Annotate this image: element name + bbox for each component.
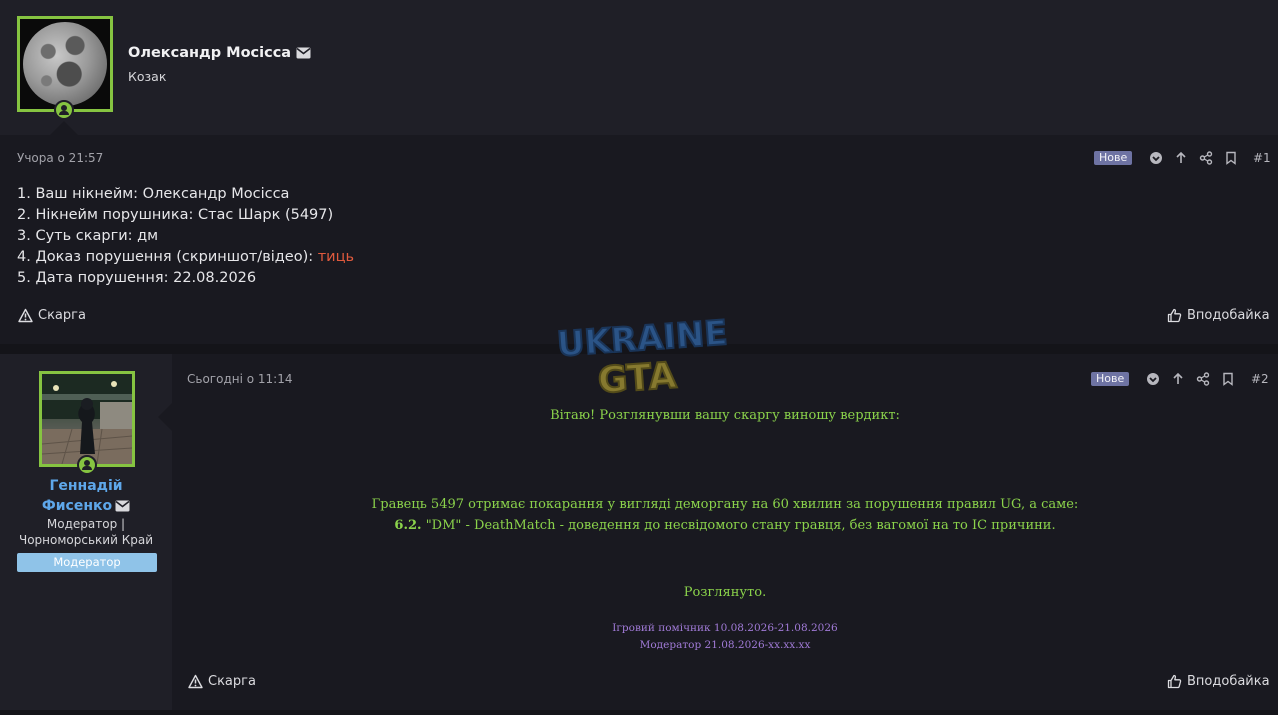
post-1-time[interactable]: Учора о 21:57 [17,151,103,165]
like-label: Вподобайка [1187,674,1270,689]
avatar-oleksandr[interactable] [17,16,113,112]
avatar-moderator[interactable] [39,371,135,467]
report-button[interactable]: Скарга [188,674,256,689]
share-icon[interactable] [1199,151,1213,165]
arrow-up-icon[interactable] [1174,151,1188,165]
verdict-greeting: Вітаю! Розглянувши вашу скаргу виношу ве… [550,408,900,423]
moderator-name[interactable]: Геннадій Фисенко [10,476,162,516]
moderator-title: Модератор | Чорноморський Край [10,516,162,548]
rule-line: 6.2. "DM" - DeathMatch - доведення до не… [172,518,1278,533]
chevron-down-circle-icon[interactable] [1149,151,1163,165]
post-1-content: 1. Ваш нікнейм: Олександр Мосісса 2. Нік… [17,184,354,289]
post-1-number[interactable]: #1 [1253,151,1271,165]
content-line: 2. Нікнейм порушника: Стас Шарк (5497) [17,207,334,223]
online-status-icon [54,100,74,120]
content-line: 1. Ваш нікнейм: Олександр Мосісса [17,186,290,202]
content-line: 3. Суть скарги: дм [17,228,159,244]
moderator-first-name: Геннадій [49,478,123,494]
moon-image [23,22,107,106]
message-caret [50,121,78,135]
bookmark-icon[interactable] [1224,151,1238,165]
like-label: Вподобайка [1187,308,1270,323]
like-button[interactable]: Вподобайка [1167,308,1270,323]
moderator-title-line2: Чорноморський Край [18,533,153,547]
content-line: 4. Доказ порушення (скриншот/відео): тиц… [17,247,354,268]
author-name: Олександр Мосісса [128,45,311,61]
new-badge: Нове [1091,372,1130,386]
content-line: 5. Дата порушення: 22.08.2026 [17,270,257,286]
message-caret [158,403,172,431]
new-badge: Нове [1094,151,1133,165]
verdict-text: Гравець 5497 отримає покарання у вигляді… [371,497,1079,512]
post-1-tools [1149,151,1249,165]
moderator-last-name-line: Фисенко [10,496,162,516]
rule-number: 6.2. [394,518,422,533]
online-status-icon [77,455,97,475]
post-2-tools [1146,372,1246,386]
user-title: Козак [128,69,167,84]
post-2-time[interactable]: Сьогодні о 11:14 [187,372,292,386]
envelope-icon[interactable] [296,47,311,59]
signature-line: Ігровий помічник 10.08.2026-21.08.2026 [612,622,838,634]
bookmark-icon[interactable] [1221,372,1235,386]
author-name-link[interactable]: Олександр Мосісса [128,45,291,61]
post-1-header [0,0,1278,135]
share-icon[interactable] [1196,372,1210,386]
evidence-label: 4. Доказ порушення (скриншот/відео): [17,249,318,265]
report-label: Скарга [208,674,256,689]
thumbs-up-icon [1167,308,1182,323]
evidence-link[interactable]: тиць [318,249,354,265]
chevron-down-circle-icon[interactable] [1146,372,1160,386]
status-text: Розглянуто. [683,585,767,600]
thumbs-up-icon [1167,674,1182,689]
arrow-up-icon[interactable] [1171,372,1185,386]
signature-line: Модератор 21.08.2026-xx.xx.xx [639,639,811,651]
envelope-icon[interactable] [115,500,130,512]
warning-icon [188,674,203,689]
moderator-last-name: Фисенко [41,498,113,514]
moderator-photo [42,374,132,464]
report-label: Скарга [38,308,86,323]
post-2-number[interactable]: #2 [1251,372,1269,386]
moderator-banner: Модератор [17,553,157,572]
moderator-title-line1: Модератор | [46,517,126,531]
rule-text: "DM" - DeathMatch - доведення до несвідо… [421,518,1056,533]
like-button[interactable]: Вподобайка [1167,674,1270,689]
report-button[interactable]: Скарга [18,308,86,323]
warning-icon [18,308,33,323]
